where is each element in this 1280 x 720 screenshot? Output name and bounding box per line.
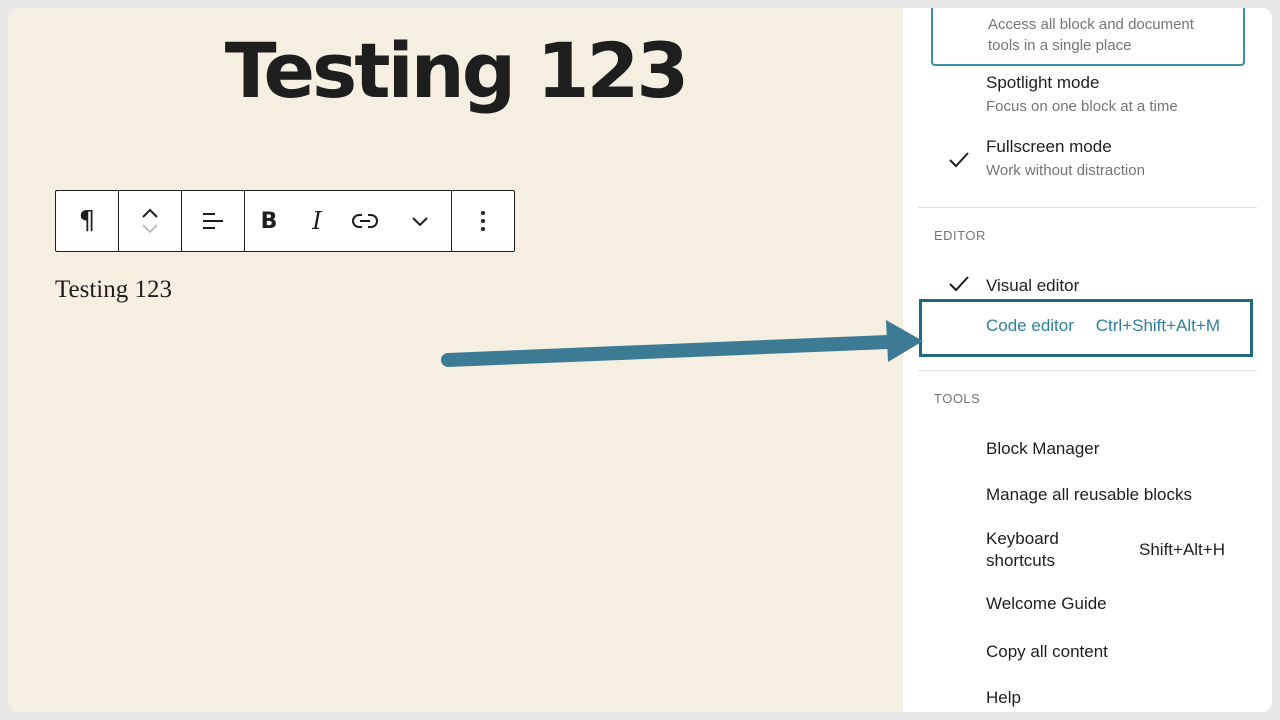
options-menu: Access all block and document tools in a… [903, 8, 1258, 712]
editor-canvas[interactable]: Testing 123 ¶ B I Testing 123 [8, 8, 903, 712]
block-type-group: ¶ [56, 191, 119, 251]
move-up-down-icon[interactable] [119, 191, 181, 251]
top-toolbar-desc: Access all block and document tools in a… [988, 14, 1194, 56]
keyboard-shortcuts-label-1: Keyboard [986, 529, 1059, 548]
keyboard-shortcuts-item[interactable]: Keyboard shortcuts [986, 528, 1059, 572]
top-toolbar-desc-line-1: Access all block and document [988, 16, 1194, 33]
top-toolbar-item[interactable]: Access all block and document tools in a… [931, 8, 1245, 66]
more-vertical-icon[interactable] [452, 191, 514, 251]
move-group [119, 191, 182, 251]
screenshot-frame: Testing 123 ¶ B I Testing 123 Access all… [8, 8, 1272, 712]
help-item[interactable]: Help [986, 688, 1021, 708]
code-editor-item[interactable]: Code editor Ctrl+Shift+Alt+M [919, 299, 1253, 357]
copy-all-content-item[interactable]: Copy all content [986, 642, 1108, 662]
fullscreen-mode-desc: Work without distraction [986, 162, 1145, 179]
menu-divider [918, 370, 1257, 371]
welcome-guide-item[interactable]: Welcome Guide [986, 594, 1107, 614]
keyboard-shortcuts-label-2: shortcuts [986, 551, 1055, 570]
bold-icon[interactable]: B [245, 191, 293, 251]
italic-icon[interactable]: I [293, 191, 341, 251]
spotlight-mode-item[interactable]: Spotlight mode Focus on one block at a t… [986, 73, 1178, 115]
panel-edge [1257, 8, 1272, 712]
options-group [452, 191, 514, 251]
block-toolbar: ¶ B I [55, 190, 515, 252]
spotlight-mode-desc: Focus on one block at a time [986, 98, 1178, 115]
editor-section-label: EDITOR [934, 228, 986, 243]
post-title[interactable]: Testing 123 [8, 26, 903, 116]
keyboard-shortcuts-shortcut: Shift+Alt+H [1139, 540, 1225, 559]
manage-reusable-blocks-item[interactable]: Manage all reusable blocks [986, 485, 1192, 505]
paragraph-block[interactable]: Testing 123 [55, 276, 172, 304]
align-left-icon[interactable] [182, 191, 244, 251]
align-group [182, 191, 245, 251]
chevron-down-icon[interactable] [389, 191, 451, 251]
tools-section-label: TOOLS [934, 391, 981, 406]
fullscreen-mode-label: Fullscreen mode [986, 137, 1112, 156]
format-group: B I [245, 191, 452, 251]
check-icon [947, 150, 971, 175]
pilcrow-icon[interactable]: ¶ [56, 191, 118, 251]
check-icon [947, 274, 971, 299]
block-manager-item[interactable]: Block Manager [986, 439, 1099, 459]
code-editor-shortcut: Ctrl+Shift+Alt+M [1095, 316, 1220, 335]
code-editor-label: Code editor [986, 316, 1074, 335]
menu-divider [918, 207, 1257, 208]
visual-editor-item[interactable]: Visual editor [986, 276, 1079, 296]
spotlight-mode-label: Spotlight mode [986, 73, 1100, 92]
link-icon[interactable] [341, 191, 389, 251]
top-toolbar-desc-line-2: tools in a single place [988, 37, 1132, 54]
fullscreen-mode-item[interactable]: Fullscreen mode Work without distraction [986, 137, 1145, 179]
